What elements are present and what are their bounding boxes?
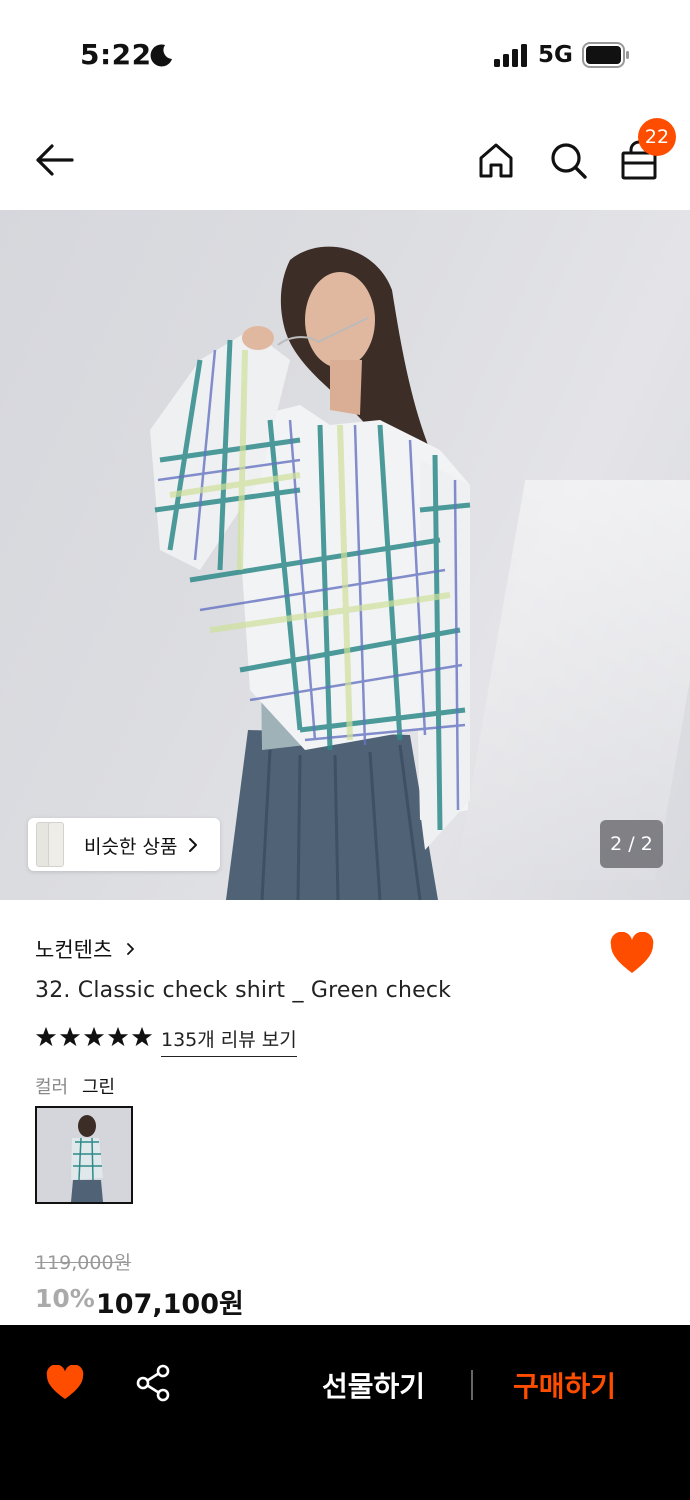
signal-icon — [494, 44, 527, 67]
star-icon — [107, 1026, 129, 1047]
network-type: 5G — [538, 42, 573, 68]
product-title: 32. Classic check shirt _ Green check — [35, 978, 452, 1003]
discount-rate: 10% — [35, 1284, 95, 1313]
brand-link[interactable]: 노컨텐츠 — [35, 934, 112, 964]
sale-price: 107,100원 — [96, 1289, 244, 1320]
battery-icon — [582, 42, 629, 68]
moon-icon — [150, 44, 172, 67]
model-photo — [150, 246, 471, 900]
chevron-right-icon — [189, 838, 197, 852]
app-header — [0, 110, 690, 210]
action-divider — [471, 1370, 473, 1400]
back-arrow-icon[interactable] — [32, 138, 76, 182]
share-icon[interactable] — [135, 1364, 171, 1402]
gift-button[interactable]: 선물하기 — [322, 1365, 425, 1405]
star-icon — [131, 1026, 153, 1047]
similar-products-button[interactable]: 비슷한 상품 — [28, 818, 220, 871]
star-icon — [35, 1026, 57, 1047]
color-option-label: 컬러 — [35, 1077, 69, 1098]
original-price: 119,000원 — [35, 1252, 132, 1274]
rating-stars — [35, 1026, 153, 1048]
status-bar: 5:22 5G — [0, 0, 690, 110]
swatch-thumbnail — [37, 1108, 131, 1202]
heart-icon[interactable] — [46, 1365, 84, 1401]
similar-products-label: 비슷한 상품 — [84, 836, 178, 858]
heart-icon[interactable] — [609, 932, 655, 976]
color-swatch-green[interactable] — [35, 1106, 133, 1204]
search-icon[interactable] — [546, 138, 590, 182]
status-time: 5:22 — [80, 38, 152, 71]
star-icon — [83, 1026, 105, 1047]
home-icon[interactable] — [474, 138, 518, 182]
bottom-action-bar: 선물하기 구매하기 — [0, 1325, 690, 1500]
product-image[interactable] — [0, 210, 690, 900]
similar-products-thumbnails — [36, 822, 66, 867]
star-icon — [59, 1026, 81, 1047]
chevron-right-icon — [127, 943, 134, 955]
cart-count-badge: 22 — [638, 118, 676, 156]
image-page-indicator: 2 / 2 — [600, 820, 663, 868]
review-link[interactable]: 135개 리뷰 보기 — [161, 1025, 297, 1057]
buy-button[interactable]: 구매하기 — [513, 1365, 616, 1405]
selected-color-value: 그린 — [82, 1077, 116, 1098]
